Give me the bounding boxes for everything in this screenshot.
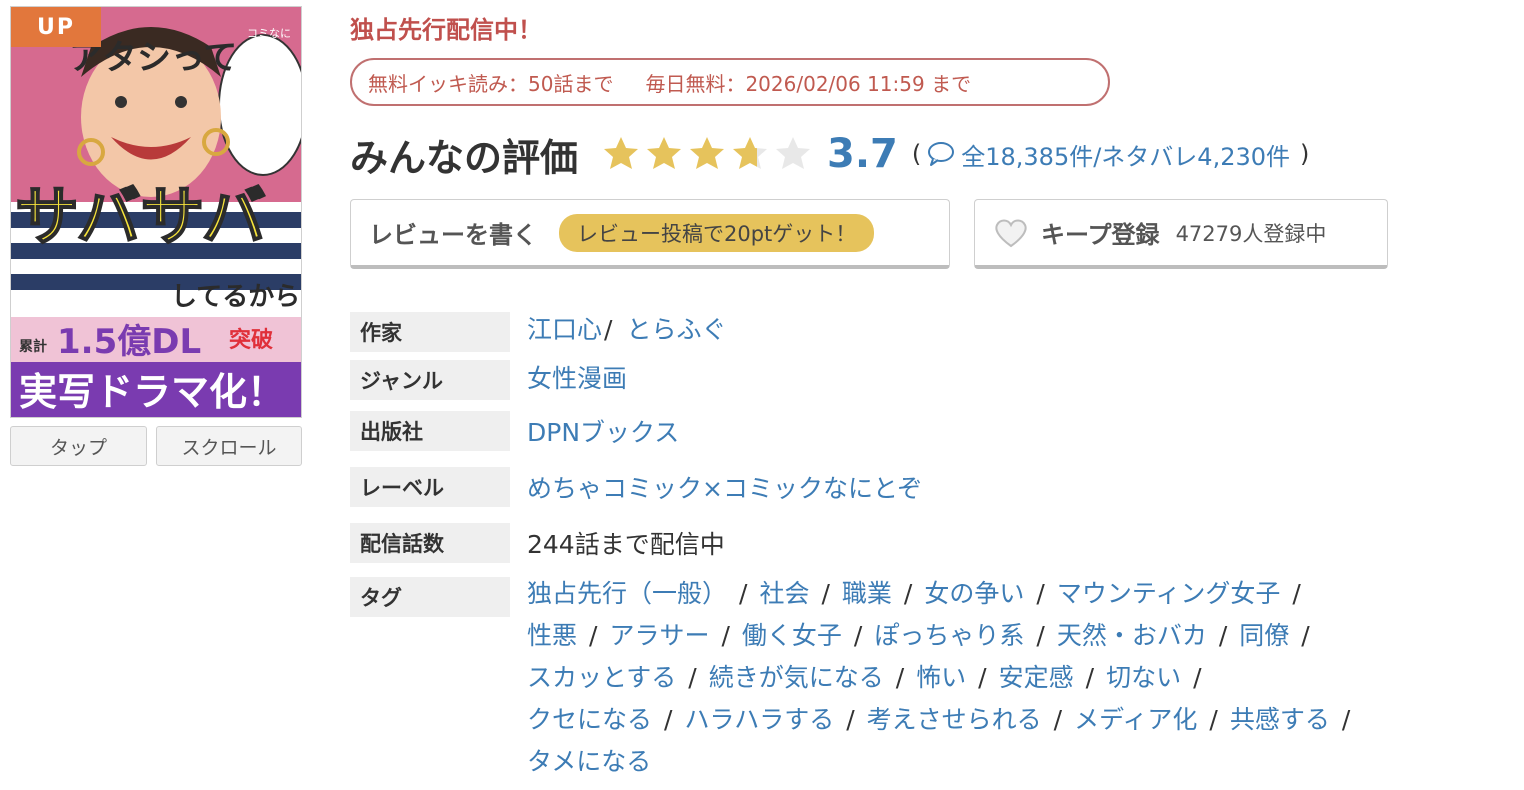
comment-icon [928, 142, 955, 166]
tag-link[interactable]: 女の争い [924, 579, 1024, 608]
author-label: 作家 [350, 312, 510, 352]
tag-link[interactable]: ぽっちゃり系 [874, 621, 1024, 650]
tag-separator: / [1193, 663, 1202, 692]
rating-stars [602, 135, 817, 173]
star-icon [690, 137, 725, 169]
tag-separator: / [853, 621, 863, 650]
imprint-label: レーベル [350, 467, 510, 507]
tag-link[interactable]: 考えさせられる [867, 705, 1042, 734]
tag-link[interactable]: 性悪 [527, 621, 577, 650]
star-icon [604, 137, 639, 169]
rating-title: みんなの評価 [350, 135, 579, 180]
promo-cumulative: 累計 [19, 338, 47, 355]
tag-link[interactable]: ハラハラする [684, 705, 834, 734]
rating-row: みんなの評価 3.7 ( 全18,385件/ネタバレ4,230件 ) [350, 128, 1309, 180]
star-icon [733, 137, 768, 169]
review-count[interactable]: ( 全18,385件/ネタバレ4,230件 ) [912, 137, 1310, 172]
write-review-button[interactable]: レビューを書く レビュー投稿で20ptゲット！ [350, 199, 950, 269]
free-binge-text: 無料イッキ読み：50話まで [368, 71, 614, 96]
tags-label: タグ [350, 577, 510, 617]
tag-link[interactable]: マウンティング女子 [1057, 579, 1281, 608]
exclusive-label: 独占先行配信中！ [350, 16, 542, 44]
publisher-logo: コミなに [247, 27, 291, 40]
update-badge: UP [11, 7, 101, 47]
tag-separator: / [1292, 579, 1301, 608]
tag-separator: / [1218, 621, 1228, 650]
tag-link[interactable]: 職業 [842, 579, 892, 608]
review-bonus-badge: レビュー投稿で20ptゲット！ [559, 213, 875, 252]
heart-icon [995, 219, 1027, 247]
tag-link[interactable]: 怖い [916, 663, 966, 692]
episodes-value: 244話まで配信中 [527, 530, 725, 559]
tag-separator: / [903, 579, 913, 608]
author-value: 江口心/ とらふぐ [527, 310, 726, 346]
genre-link[interactable]: 女性漫画 [527, 359, 627, 395]
tag-link[interactable]: メディア化 [1074, 705, 1197, 734]
tag-separator: / [1085, 663, 1095, 692]
tag-separator: / [1036, 621, 1045, 650]
scroll-view-button[interactable]: スクロール [156, 426, 302, 466]
tag-link[interactable]: 天然・おバカ [1057, 621, 1207, 650]
tag-link[interactable]: クセになる [527, 705, 652, 734]
tag-link[interactable]: 共感する [1230, 705, 1330, 734]
tag-link[interactable]: 社会 [759, 579, 809, 608]
keep-button[interactable]: キープ登録 47279人登録中 [974, 199, 1388, 269]
open-paren: ( [911, 140, 922, 168]
tag-row: 独占先行（一般） / 社会 / 職業 / 女の争い / マウンティング女子 / [527, 574, 1313, 610]
promo-breakthrough: 突破 [229, 327, 273, 353]
cover-image[interactable]: アタシって サバサバ してるから コミなに 累計 1.5億DL 突破 実写ドラマ… [10, 6, 302, 418]
tag-link[interactable]: 続きが気になる [709, 663, 884, 692]
tag-separator: / [846, 705, 855, 734]
publisher-link[interactable]: DPNブックス [527, 413, 679, 449]
tag-row: タメになる [527, 742, 651, 778]
tag-separator: / [664, 705, 673, 734]
star-icon [647, 137, 682, 169]
tag-link[interactable]: 切ない [1106, 663, 1181, 692]
episodes-label: 配信話数 [350, 523, 510, 563]
tap-view-button[interactable]: タップ [10, 426, 147, 466]
tag-link[interactable]: 同僚 [1239, 621, 1289, 650]
author-separator: / [604, 315, 613, 344]
author-link-2[interactable]: とらふぐ [626, 315, 726, 344]
tag-separator: / [821, 579, 830, 608]
rating-score: 3.7 [827, 131, 898, 177]
tag-separator: / [1036, 579, 1045, 608]
publisher-label: 出版社 [350, 411, 510, 451]
tag-link[interactable]: スカッとする [527, 663, 676, 692]
tag-separator: / [739, 579, 748, 608]
tag-separator: / [1053, 705, 1063, 734]
tag-link[interactable]: 働く女子 [742, 621, 842, 650]
close-paren: ) [1300, 140, 1310, 168]
promo-downloads: 1.5億DL [57, 322, 201, 362]
tag-separator: / [978, 663, 987, 692]
tag-separator: / [895, 663, 905, 692]
tag-link[interactable]: アラサー [609, 621, 709, 650]
tag-separator: / [1209, 705, 1218, 734]
tag-separator: / [1341, 705, 1351, 734]
cover-title-sub: してるから [171, 282, 300, 312]
write-review-label: レビューを書く [369, 221, 537, 249]
tag-row: スカッとする / 続きが気になる / 怖い / 安定感 / 切ない / [527, 658, 1214, 694]
tag-separator: / [721, 621, 730, 650]
review-count-link[interactable]: 全18,385件/ネタバレ4,230件 [961, 137, 1290, 172]
star-icon [776, 137, 811, 169]
tag-link[interactable]: タメになる [527, 747, 651, 776]
free-daily-text: 毎日無料：2026/02/06 11:59 まで [645, 71, 972, 96]
imprint-link[interactable]: めちゃコミック×コミックなにとぞ [527, 469, 922, 505]
cover-artwork: アタシって サバサバ してるから コミなに 累計 1.5億DL 突破 実写ドラマ… [11, 7, 301, 417]
tag-row: クセになる / ハラハラする / 考えさせられる / メディア化 / 共感する / [527, 700, 1362, 736]
keep-label: キープ登録 [1041, 221, 1160, 249]
promo-drama: 実写ドラマ化！ [19, 370, 285, 414]
keep-count: 47279人登録中 [1175, 221, 1327, 246]
cover-title-main: サバサバ [15, 181, 266, 255]
tag-separator: / [589, 621, 598, 650]
tag-link[interactable]: 安定感 [999, 663, 1074, 692]
tag-separator: / [688, 663, 697, 692]
genre-label: ジャンル [350, 360, 510, 400]
free-info-box: 無料イッキ読み：50話まで 毎日無料：2026/02/06 11:59 まで [350, 58, 1110, 106]
tag-row: 性悪 / アラサー / 働く女子 / ぽっちゃり系 / 天然・おバカ / 同僚 / [527, 616, 1322, 652]
tag-link[interactable]: 独占先行（一般） [527, 579, 727, 608]
tag-separator: / [1301, 621, 1310, 650]
author-link-1[interactable]: 江口心 [527, 315, 602, 344]
